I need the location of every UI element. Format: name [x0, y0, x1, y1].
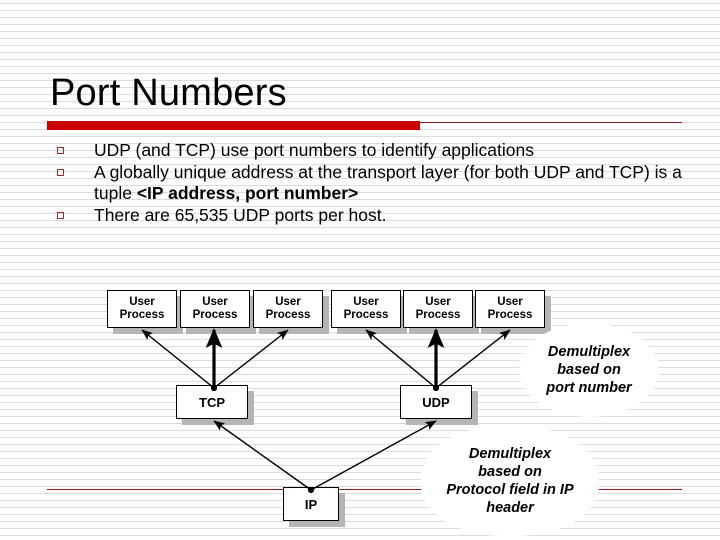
- user-process-box: User Process: [403, 290, 473, 328]
- bullet-text: UDP (and TCP) use port numbers to identi…: [94, 140, 697, 161]
- user-process-label: User: [275, 296, 301, 308]
- bullet-list: UDP (and TCP) use port numbers to identi…: [57, 140, 697, 227]
- callout-line: header: [486, 500, 534, 516]
- bullet-text: There are 65,535 UDP ports per host.: [94, 205, 697, 226]
- user-process-label: User: [353, 296, 379, 308]
- protocol-box-label: IP: [304, 496, 318, 512]
- slide-canvas: Port Numbers UDP (and TCP) use port numb…: [0, 0, 720, 540]
- bullet-item: There are 65,535 UDP ports per host.: [57, 205, 697, 226]
- protocol-box-tcp: TCP: [176, 385, 248, 419]
- open-square-bullet-icon: [57, 212, 64, 219]
- bullet-span: UDP (and TCP) use port numbers to identi…: [94, 140, 534, 160]
- open-square-bullet-icon: [57, 169, 64, 176]
- user-process-label: Process: [343, 309, 389, 321]
- user-process-box: User Process: [253, 290, 323, 328]
- protocol-box-label: UDP: [422, 394, 450, 410]
- user-process-box: User Process: [180, 290, 250, 328]
- bullet-item: A globally unique address at the transpo…: [57, 162, 697, 204]
- user-process-label: Process: [265, 309, 311, 321]
- bullet-emphasis: <IP address, port number>: [136, 183, 359, 203]
- user-process-label: Process: [119, 309, 165, 321]
- user-process-label: Process: [415, 309, 461, 321]
- callout-line: based on: [478, 464, 542, 480]
- page-title: Port Numbers: [50, 72, 287, 114]
- callout-port-number: Demultiplex based on port number: [519, 323, 659, 417]
- callout-line: Protocol field in IP: [446, 482, 574, 498]
- diagram-arrow: [213, 329, 289, 389]
- user-process-box: User Process: [107, 290, 177, 328]
- user-process-box: User Process: [331, 290, 401, 328]
- protocol-box-udp: UDP: [400, 385, 472, 419]
- callout-line: Demultiplex: [547, 344, 631, 360]
- user-process-box: User Process: [475, 290, 545, 328]
- diagram-arrow: [213, 420, 312, 491]
- diagram-arrow: [141, 329, 215, 389]
- diagram-arrow: [435, 329, 511, 389]
- diagram-arrow: [310, 420, 437, 491]
- callout-line: based on: [557, 362, 621, 378]
- callout-line: port number: [546, 380, 632, 396]
- callout-protocol-field: Demultiplex based on Protocol field in IP h…: [421, 426, 599, 536]
- user-process-label: User: [129, 296, 155, 308]
- protocol-box-label: TCP: [199, 394, 225, 410]
- user-process-label: User: [497, 296, 523, 308]
- bullet-item: UDP (and TCP) use port numbers to identi…: [57, 140, 697, 161]
- bullet-text: A globally unique address at the transpo…: [94, 162, 697, 204]
- callout-line: Demultiplex: [468, 446, 552, 462]
- user-process-label: User: [425, 296, 451, 308]
- user-process-label: Process: [487, 309, 533, 321]
- user-process-label: User: [202, 296, 228, 308]
- user-process-label: Process: [192, 309, 238, 321]
- bullet-span: There are 65,535 UDP ports per host.: [94, 205, 387, 225]
- open-square-bullet-icon: [57, 147, 64, 154]
- diagram-arrow: [365, 329, 437, 389]
- title-rule-thick: [47, 121, 420, 130]
- protocol-box-ip: IP: [283, 487, 339, 521]
